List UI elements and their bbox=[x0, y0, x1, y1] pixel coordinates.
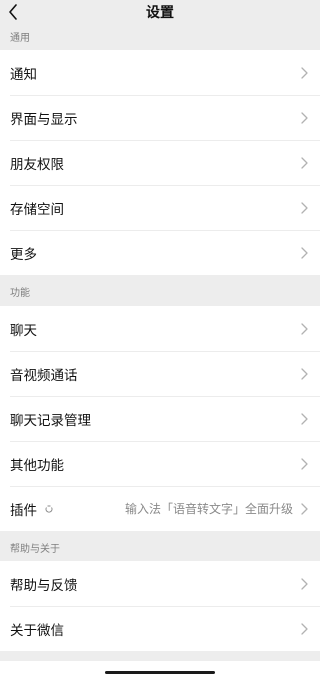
settings-item-label: 存储空间 bbox=[10, 201, 64, 218]
settings-item-label: 界面与显示 bbox=[10, 111, 78, 128]
top-navigation-bar: 设置 bbox=[0, 0, 320, 26]
settings-item-calls[interactable]: 音视频通话 bbox=[0, 351, 320, 396]
settings-item-storage[interactable]: 存储空间 bbox=[0, 185, 320, 230]
chevron-right-icon bbox=[300, 577, 308, 590]
chevron-right-icon bbox=[300, 246, 308, 259]
back-button[interactable] bbox=[4, 1, 22, 23]
home-indicator[interactable] bbox=[105, 671, 215, 674]
settings-item-label: 帮助与反馈 bbox=[10, 577, 78, 594]
section-header-features: 功能 bbox=[10, 288, 30, 299]
settings-item-label: 关于微信 bbox=[10, 622, 64, 639]
chevron-right-icon bbox=[300, 111, 308, 124]
settings-item-label: 通知 bbox=[10, 66, 37, 83]
settings-group-general: 通知 界面与显示 朋友权限 存储空间 更多 bbox=[0, 50, 320, 275]
chevron-right-icon bbox=[300, 412, 308, 425]
chevron-right-icon bbox=[300, 457, 308, 470]
settings-item-label: 音视频通话 bbox=[10, 367, 78, 384]
section-header-help: 帮助与关于 bbox=[10, 544, 60, 555]
settings-group-features: 聊天 音视频通话 聊天记录管理 其他功能 插件 输入法「语音转文字」全面升级 bbox=[0, 306, 320, 531]
settings-item-plugins[interactable]: 插件 输入法「语音转文字」全面升级 bbox=[0, 486, 320, 531]
settings-item-other-features[interactable]: 其他功能 bbox=[0, 441, 320, 486]
settings-item-about[interactable]: 关于微信 bbox=[0, 606, 320, 651]
chevron-right-icon bbox=[300, 201, 308, 214]
section-header-general: 通用 bbox=[10, 33, 30, 44]
settings-item-label: 更多 bbox=[10, 246, 37, 263]
chevron-left-icon bbox=[9, 4, 17, 20]
settings-item-chat-history[interactable]: 聊天记录管理 bbox=[0, 396, 320, 441]
settings-group-help: 帮助与反馈 关于微信 bbox=[0, 561, 320, 651]
chevron-right-icon bbox=[300, 502, 308, 515]
chevron-right-icon bbox=[300, 622, 308, 635]
settings-item-friend-permissions[interactable]: 朋友权限 bbox=[0, 140, 320, 185]
plugin-badge-icon bbox=[44, 504, 54, 514]
chevron-right-icon bbox=[300, 156, 308, 169]
settings-item-label: 聊天 bbox=[10, 322, 37, 339]
settings-item-notifications[interactable]: 通知 bbox=[0, 50, 320, 95]
settings-item-label: 其他功能 bbox=[10, 457, 64, 474]
settings-item-more[interactable]: 更多 bbox=[0, 230, 320, 275]
plugin-promo-text: 输入法「语音转文字」全面升级 bbox=[124, 502, 293, 516]
settings-item-label: 插件 bbox=[10, 502, 37, 519]
chevron-right-icon bbox=[300, 66, 308, 79]
settings-item-help-feedback[interactable]: 帮助与反馈 bbox=[0, 561, 320, 606]
settings-item-display[interactable]: 界面与显示 bbox=[0, 95, 320, 140]
settings-item-chat[interactable]: 聊天 bbox=[0, 306, 320, 351]
chevron-right-icon bbox=[300, 367, 308, 380]
chevron-right-icon bbox=[300, 322, 308, 335]
settings-item-label: 聊天记录管理 bbox=[10, 412, 91, 429]
page-title: 设置 bbox=[146, 5, 174, 21]
settings-item-label: 朋友权限 bbox=[10, 156, 64, 173]
